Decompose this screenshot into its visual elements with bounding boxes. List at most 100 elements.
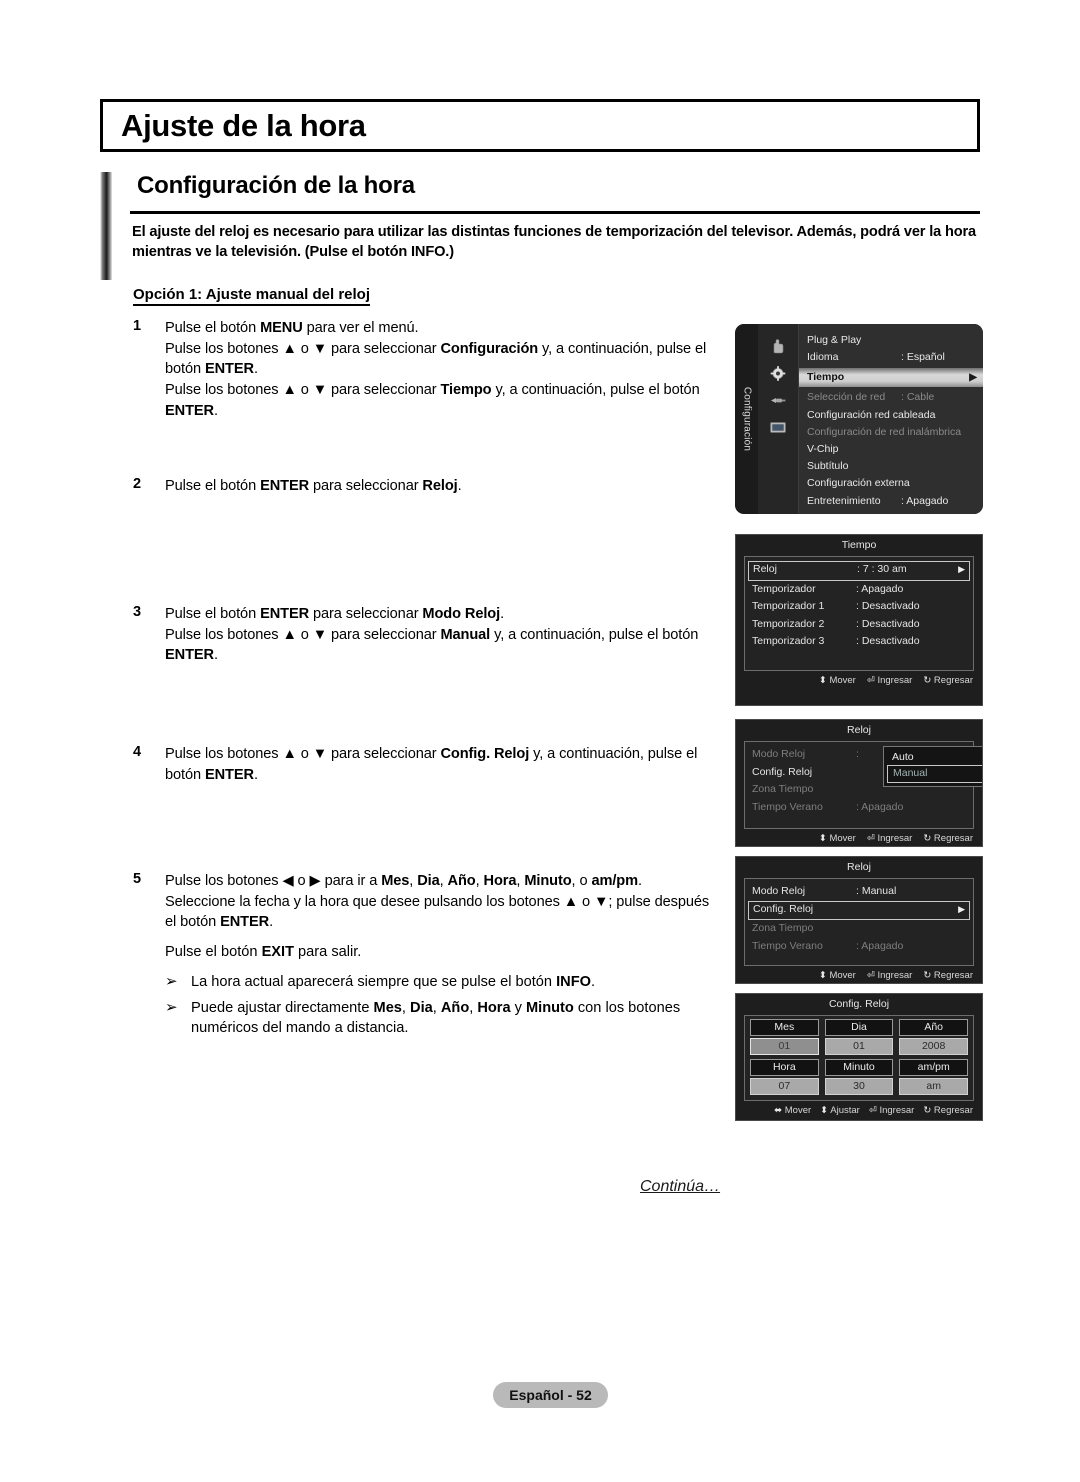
field-label: Dia — [824, 1019, 894, 1036]
menu-item-v-chip[interactable]: V-Chip — [799, 441, 983, 458]
field-value[interactable]: 30 — [824, 1078, 894, 1095]
hint-ingresar: ⏎ Ingresar — [867, 833, 912, 844]
osd-reloj-footer-hints: ⬍ Mover ⏎ Ingresar ↻ Regresar — [736, 829, 982, 846]
menu-item-label: Configuración externa — [807, 477, 910, 490]
osd-tiempo-title: Tiempo — [841, 539, 877, 551]
menu-item-plug-and-play[interactable]: Plug & Play — [799, 332, 983, 349]
step-text: Pulse el botón MENU para ver el menú. Pul… — [165, 320, 707, 419]
osd-reloj-menu-dropdown[interactable]: Reloj Modo Reloj : Config. Reloj Zona Ti… — [735, 719, 983, 847]
field-minuto[interactable]: Minuto 30 — [824, 1059, 894, 1095]
menu-item-reloj[interactable]: Reloj : 7 : 30 am ▶ — [748, 561, 970, 581]
configuracion-tab-label: Configuración — [741, 386, 752, 452]
hint-label: Regresar — [933, 970, 973, 981]
menu-item-config-reloj[interactable]: Config. Reloj ▶ — [748, 900, 970, 921]
menu-item-label: Plug & Play — [807, 334, 862, 346]
dropdown-option-auto[interactable]: Auto — [887, 749, 982, 765]
configuracion-menu-list: Plug & Play Idioma : Español Tiempo ▶ Se… — [798, 324, 983, 514]
menu-item-tiempo-verano[interactable]: Tiempo Verano : Apagado — [745, 799, 973, 817]
note-item: ➢ La hora actual aparecerá siempre que s… — [165, 972, 723, 993]
menu-item-label: Modo Reloj — [752, 748, 806, 760]
hint-label: Ingresar — [879, 1105, 915, 1116]
osd-reloj-list: Modo Reloj : Config. Reloj Zona Tiempo T… — [744, 741, 982, 829]
field-dia[interactable]: Dia 01 — [824, 1019, 894, 1055]
osd-tiempo-list: Reloj : 7 : 30 am ▶ Temporizador : Apaga… — [744, 556, 974, 671]
updown-icon: ⬍ — [818, 675, 827, 686]
field-value[interactable]: 07 — [750, 1078, 819, 1095]
menu-item-label: Config. Reloj — [752, 765, 813, 778]
menu-item-label: V-Chip — [807, 442, 839, 455]
hint-regresar: ↻ Regresar — [923, 833, 973, 844]
hint-label: Regresar — [933, 833, 973, 844]
updown-icon: ⬍ — [820, 1105, 829, 1116]
page-title: Ajuste de la hora — [121, 108, 366, 143]
menu-item-temporizador-2[interactable]: Temporizador 2 : Desactivado — [745, 616, 973, 634]
menu-item-value: : Manual — [856, 885, 897, 897]
menu-item-config-red-cableada[interactable]: Configuración red cableada — [799, 407, 983, 424]
menu-item-modo-reloj[interactable]: Modo Reloj : Manual — [745, 883, 973, 901]
menu-item-temporizador-1[interactable]: Temporizador 1 : Desactivado — [745, 598, 973, 616]
updown-icon: ⬍ — [818, 970, 827, 981]
page-title-box: Ajuste de la hora — [100, 99, 980, 152]
osd-tiempo-footer-hints: ⬍ Mover ⏎ Ingresar ↻ Regresar — [736, 671, 982, 690]
osd-tiempo-menu[interactable]: Tiempo Reloj : 7 : 30 am ▶ Temporizador … — [735, 534, 983, 706]
field-label: Hora — [750, 1059, 819, 1076]
field-value[interactable]: 01 — [750, 1038, 819, 1055]
menu-item-label: Tiempo — [807, 371, 845, 384]
step-text: Pulse los botones ▲ o ▼ para seleccionar… — [165, 746, 698, 783]
enter-icon: ⏎ — [866, 833, 875, 844]
menu-item-label: Zona Tiempo — [752, 783, 814, 796]
menu-item-tiempo[interactable]: Tiempo ▶ — [799, 368, 983, 388]
modo-reloj-dropdown[interactable]: Auto Manual — [883, 746, 982, 787]
osd-config-reloj-menu[interactable]: Config. Reloj Mes 01 Dia 01 Año 2008 Hor… — [735, 993, 983, 1121]
field-ampm[interactable]: am/pm am — [899, 1059, 968, 1095]
field-value[interactable]: am — [899, 1078, 968, 1095]
osd-configuracion-menu[interactable]: Configuración Plug & Play Idioma: Españ… — [735, 324, 983, 514]
note-text: La hora actual aparecerá siempre que se … — [191, 973, 596, 990]
step-number: 3 — [133, 604, 142, 620]
note-item: ➢ Puede ajustar directamente Mes, Dia, A… — [165, 998, 723, 1039]
field-value[interactable]: 01 — [824, 1038, 894, 1055]
return-icon: ↻ — [923, 833, 932, 844]
section-divider — [130, 211, 980, 214]
menu-item-config-red-inalambrica[interactable]: Configuración de red inalámbrica — [799, 424, 983, 441]
dropdown-option-manual[interactable]: Manual — [887, 765, 982, 783]
field-ano[interactable]: Año 2008 — [899, 1019, 968, 1055]
osd-config-reloj-footer-hints: ⬌ Mover ⬍ Ajustar ⏎ Ingresar ↻ Regresar — [736, 1101, 982, 1120]
hint-mover: ⬍ Mover — [819, 675, 856, 686]
enter-icon: ⏎ — [866, 970, 875, 981]
hint-label: Ingresar — [877, 833, 913, 844]
screen-icon — [770, 422, 786, 433]
hint-label: Mover — [784, 1105, 812, 1116]
configuracion-tab[interactable]: Configuración — [735, 324, 758, 514]
menu-item-subtitulo[interactable]: Subtítulo — [799, 458, 983, 475]
menu-item-temporizador-3[interactable]: Temporizador 3 : Desactivado — [745, 633, 973, 651]
field-mes[interactable]: Mes 01 — [750, 1019, 819, 1055]
menu-item-seleccion-de-red[interactable]: Selección de red : Cable — [799, 389, 983, 406]
step-1: 1 Pulse el botón MENU para ver el menú. P… — [133, 318, 723, 476]
field-value[interactable]: 2008 — [899, 1038, 968, 1055]
hint-regresar: ↻ Regresar — [923, 970, 973, 981]
menu-item-config-externa[interactable]: Configuración externa — [799, 475, 983, 492]
menu-item-label: Tiempo Verano — [752, 939, 823, 952]
step-number: 1 — [133, 318, 142, 334]
arrow-bullet-icon: ➢ — [165, 998, 178, 1016]
step-5-notes: ➢ La hora actual aparecerá siempre que s… — [165, 972, 723, 1039]
hint-ingresar: ⏎ Ingresar — [869, 1105, 914, 1116]
hint-label: Ingresar — [877, 675, 913, 686]
menu-item-idioma[interactable]: Idioma : Español — [799, 349, 983, 366]
menu-item-value: : Cable — [901, 391, 935, 404]
menu-item-tiempo-verano[interactable]: Tiempo Verano : Apagado — [745, 938, 973, 956]
menu-item-value: : Desactivado — [856, 635, 920, 648]
updown-icon: ⬍ — [818, 833, 827, 844]
menu-item-zona-tiempo[interactable]: Zona Tiempo — [745, 920, 973, 938]
field-label: am/pm — [899, 1059, 968, 1076]
osd-reloj-menu-config-selected[interactable]: Reloj Modo Reloj : Manual Config. Reloj … — [735, 856, 983, 984]
option-label: Opción 1: Ajuste manual del reloj — [133, 286, 370, 306]
field-hora[interactable]: Hora 07 — [750, 1059, 819, 1095]
menu-item-temporizador[interactable]: Temporizador : Apagado — [745, 581, 973, 599]
menu-item-label: Configuración red cableada — [807, 408, 936, 421]
menu-item-entretenimiento[interactable]: Entretenimiento : Apagado — [799, 493, 983, 510]
return-icon: ↻ — [923, 675, 932, 686]
menu-item-value: : 7 : 30 am — [857, 563, 907, 575]
steps-list: 1 Pulse el botón MENU para ver el menú. P… — [133, 318, 723, 1044]
